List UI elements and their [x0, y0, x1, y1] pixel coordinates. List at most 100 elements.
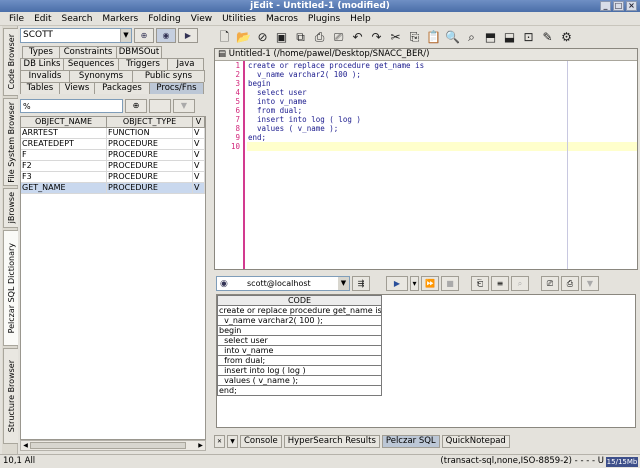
commit-icon[interactable]: ⎚ — [541, 275, 559, 291]
menu-file[interactable]: File — [4, 12, 29, 25]
undo-icon[interactable]: ↶ — [349, 28, 366, 46]
menu-folding[interactable]: Folding — [143, 12, 186, 25]
text-editor[interactable]: ▤ Untitled-1 (/home/pawel/Desktop/SNACC_… — [214, 48, 638, 270]
tab-constraints[interactable]: Constraints — [59, 46, 117, 58]
unsplit-icon[interactable]: ⊡ — [520, 28, 537, 46]
rollback-icon[interactable]: ⎙ — [561, 275, 579, 291]
buffer-path-bar[interactable]: ▤ Untitled-1 (/home/pawel/Desktop/SNACC_… — [215, 49, 637, 61]
code-area[interactable]: create or replace procedure get_name is … — [247, 61, 637, 269]
clear-filter-button[interactable] — [149, 99, 171, 113]
table-row-selected[interactable]: GET_NAME PROCEDURE V — [21, 183, 205, 194]
tab-db-links[interactable]: DB Links — [20, 58, 64, 70]
close-file-icon[interactable]: ⊘ — [254, 28, 271, 46]
scroll-thumb[interactable] — [30, 442, 186, 449]
tab-synonyms[interactable]: Synonyms — [69, 70, 133, 82]
close-icon[interactable]: × — [626, 1, 637, 11]
scroll-left-icon[interactable]: ◀ — [21, 441, 30, 450]
result-row[interactable]: from dual; — [217, 356, 382, 366]
connect-icon[interactable]: ⊕ — [134, 28, 154, 43]
table-row[interactable]: ARRTEST FUNCTION V — [21, 128, 205, 139]
run-icon[interactable]: ▶ — [178, 28, 198, 43]
split-vertical-icon[interactable]: ⬓ — [501, 28, 518, 46]
menu-utilities[interactable]: Utilities — [217, 12, 261, 25]
column-header[interactable]: CODE — [217, 295, 382, 306]
tab-dbmsout[interactable]: DBMSOut — [116, 46, 162, 58]
tab-public-syns[interactable]: Public syns — [132, 70, 205, 82]
cut-icon[interactable]: ✂ — [387, 28, 404, 46]
split-horizontal-icon[interactable]: ⬒ — [482, 28, 499, 46]
scroll-right-icon[interactable]: ▶ — [196, 441, 205, 450]
connection-select[interactable]: ◉ scott@localhost ▼ — [216, 275, 350, 291]
menu-macros[interactable]: Macros — [261, 12, 303, 25]
export-icon[interactable]: ⎗ — [471, 275, 489, 291]
print-icon[interactable]: ⎙ — [311, 28, 328, 46]
tab-types[interactable]: Types — [22, 46, 60, 58]
paste-icon[interactable]: 📋 — [425, 28, 442, 46]
format-icon[interactable]: ≡ — [491, 275, 509, 291]
tab-sequences[interactable]: Sequences — [63, 58, 119, 70]
redo-icon[interactable]: ↷ — [368, 28, 385, 46]
tab-java[interactable]: Java — [167, 58, 204, 70]
copy-icon[interactable]: ⎘ — [406, 28, 423, 46]
result-row[interactable]: insert into log ( log ) — [217, 366, 382, 376]
tab-triggers[interactable]: Triggers — [118, 58, 168, 70]
result-row[interactable]: end; — [217, 386, 382, 396]
chevron-down-icon[interactable]: ▼ — [227, 434, 238, 448]
table-row[interactable]: F2 PROCEDURE V — [21, 161, 205, 172]
menu-markers[interactable]: Markers — [97, 12, 143, 25]
menu-help[interactable]: Help — [345, 12, 376, 25]
table-row[interactable]: F PROCEDURE V — [21, 150, 205, 161]
dock-tab-structure-browser[interactable]: Structure Browser — [3, 348, 18, 444]
horizontal-scrollbar[interactable]: ◀ ▶ — [20, 440, 206, 451]
chevron-down-icon[interactable]: ▼ — [173, 99, 195, 113]
stop-icon[interactable]: ■ — [441, 275, 459, 291]
close-icon[interactable]: ✕ — [214, 434, 225, 448]
schema-select[interactable]: SCOTT ▼ — [20, 28, 132, 43]
result-row[interactable]: values ( v_name ); — [217, 376, 382, 386]
tab-quicknotepad[interactable]: QuickNotepad — [441, 434, 510, 448]
menu-view[interactable]: View — [186, 12, 217, 25]
tab-tables[interactable]: Tables — [20, 82, 60, 94]
result-row[interactable]: create or replace procedure get_name is — [217, 306, 382, 316]
plugin-manager-icon[interactable]: ⚙ — [558, 28, 575, 46]
column-header[interactable]: OBJECT_TYPE — [107, 117, 193, 127]
find-next-icon[interactable]: ⌕ — [463, 28, 480, 46]
save-icon[interactable]: ▣ — [273, 28, 290, 46]
tab-pelczar-sql[interactable]: Pelczar SQL — [381, 434, 440, 448]
dock-tab-code-browser[interactable]: Code Browser — [3, 28, 18, 96]
chevron-down-icon[interactable]: ▼ — [581, 275, 599, 291]
column-header[interactable]: OBJECT_NAME — [21, 117, 107, 127]
eye-icon[interactable]: ◉ — [156, 28, 176, 43]
column-header[interactable]: V — [193, 117, 205, 127]
tab-procs-fns[interactable]: Procs/Fns — [149, 82, 204, 94]
chevron-down-icon[interactable]: ▾ — [410, 275, 419, 291]
execute-icon[interactable]: ▶ — [386, 275, 408, 291]
tab-console[interactable]: Console — [240, 434, 282, 448]
dock-tab-jbrowse[interactable]: jBrowse — [3, 188, 18, 228]
results-grid[interactable]: CODE create or replace procedure get_nam… — [216, 294, 636, 428]
page-setup-icon[interactable]: ⎚ — [330, 28, 347, 46]
result-row[interactable]: into v_name — [217, 346, 382, 356]
filter-input[interactable] — [20, 99, 123, 113]
result-row[interactable]: v_name varchar2( 100 ); — [217, 316, 382, 326]
result-row[interactable]: begin — [217, 326, 382, 336]
history-icon[interactable]: ⇶ — [352, 275, 370, 291]
global-options-icon[interactable]: ✎ — [539, 28, 556, 46]
minimize-icon[interactable]: _ — [600, 1, 611, 11]
tab-hypersearch-results[interactable]: HyperSearch Results — [283, 434, 380, 448]
execute-all-icon[interactable]: ⏩ — [421, 275, 439, 291]
menu-edit[interactable]: Edit — [29, 12, 56, 25]
refresh-icon[interactable]: ⊕ — [125, 99, 147, 113]
tab-views[interactable]: Views — [59, 82, 95, 94]
dock-tab-pelczar-sql-dictionary[interactable]: Pelczar SQL Dictionary — [3, 230, 18, 346]
tab-invalids[interactable]: Invalids — [20, 70, 70, 82]
menu-search[interactable]: Search — [57, 12, 98, 25]
open-file-icon[interactable]: 📂 — [235, 28, 252, 46]
search-icon[interactable]: ⌕ — [511, 275, 529, 291]
new-file-icon[interactable]: 🗋 — [216, 28, 233, 46]
maximize-icon[interactable]: □ — [613, 1, 624, 11]
dock-tab-file-system-browser[interactable]: File System Browser — [3, 98, 18, 186]
find-icon[interactable]: 🔍 — [444, 28, 461, 46]
memory-indicator[interactable]: 15/15Mb — [606, 457, 638, 467]
line-number-gutter[interactable]: 1 2 3 4 5 6 7 8 9 10 — [215, 61, 245, 269]
